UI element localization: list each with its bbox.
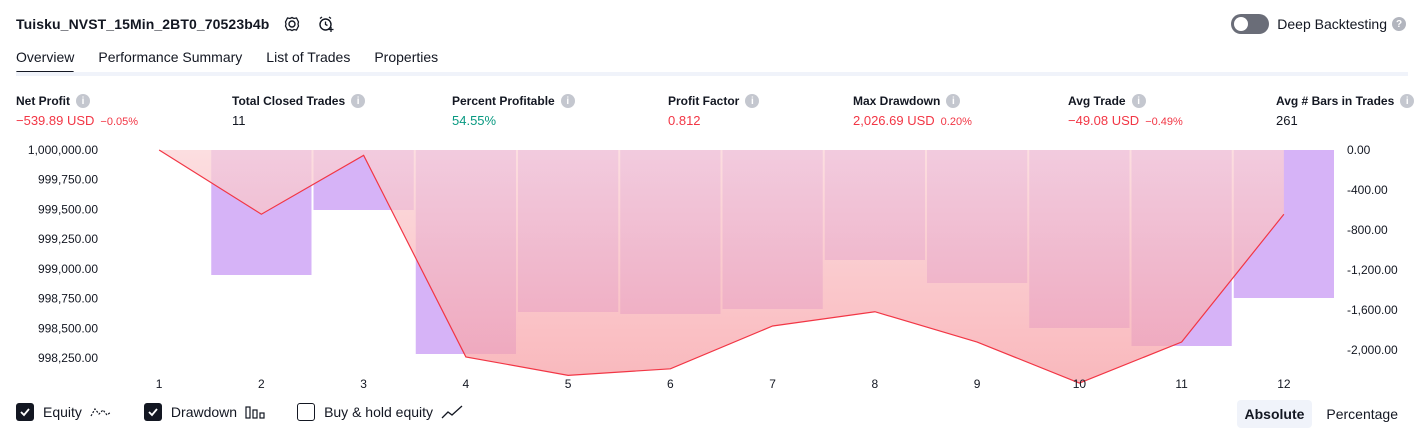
deep-backtesting: Deep Backtesting ? <box>1231 12 1406 36</box>
metric-sub: 0.20% <box>940 116 972 128</box>
metric-value: −49.08 USD <box>1068 113 1140 128</box>
checkbox-checked-icon[interactable] <box>16 403 34 421</box>
info-icon[interactable]: i <box>1131 94 1146 108</box>
legend-label: Buy & hold equity <box>324 404 434 420</box>
metric-label: Total Closed Trades <box>232 94 346 108</box>
metric-label: Max Drawdown <box>853 94 941 108</box>
checkbox-unchecked-icon[interactable] <box>297 403 316 421</box>
left-axis-tick-label: 998,500.00 <box>38 321 98 335</box>
percentage-button[interactable]: Percentage <box>1318 400 1406 428</box>
left-axis-tick-label: 999,000.00 <box>38 262 98 276</box>
x-axis-tick-label: 1 <box>156 377 163 391</box>
metric-value: 11 <box>232 113 246 128</box>
metric-label: Net Profit <box>16 94 70 108</box>
info-icon[interactable]: i <box>946 94 961 108</box>
left-axis-tick-label: 998,750.00 <box>38 292 98 306</box>
metric-label: Profit Factor <box>668 94 740 108</box>
metric-sub: −0.05% <box>100 116 139 128</box>
info-icon[interactable]: i <box>745 94 760 108</box>
right-axis-tick-label: -800.00 <box>1347 223 1388 237</box>
right-axis-tick-label: -1,200.00 <box>1347 263 1398 277</box>
metric-avg-trade: Avg Trade i −49.08 USD −0.49% <box>1068 93 1183 128</box>
x-axis-tick-label: 11 <box>1175 377 1188 391</box>
metric-value: 2,026.69 USD <box>853 113 935 128</box>
tab-bar: Overview Performance Summary List of Tra… <box>16 46 462 74</box>
scale-mode-switch: Absolute Percentage <box>1231 400 1407 428</box>
help-icon[interactable]: ? <box>1392 17 1406 31</box>
metric-label: Avg Trade <box>1068 94 1126 108</box>
metric-profit-factor: Profit Factor i 0.812 <box>668 93 760 128</box>
right-axis-tick-label: 0.00 <box>1347 143 1371 157</box>
x-axis-tick-label: 4 <box>463 377 470 391</box>
legend-equity[interactable]: Equity <box>16 403 112 421</box>
add-alert-icon[interactable] <box>315 13 337 35</box>
legend-buy-hold-equity[interactable]: Buy & hold equity <box>297 403 463 421</box>
equity-line-icon <box>90 407 112 417</box>
legend-drawdown[interactable]: Drawdown <box>143 403 265 421</box>
metric-value: −539.89 USD <box>16 113 95 128</box>
absolute-button[interactable]: Absolute <box>1236 400 1313 428</box>
metric-percent-profitable: Percent Profitable i 54.55% <box>452 93 575 128</box>
tab-divider <box>16 72 1408 76</box>
left-axis-tick-label: 999,250.00 <box>38 232 98 246</box>
right-axis-tick-label: -1,600.00 <box>1347 303 1398 317</box>
right-axis-tick-label: -400.00 <box>1347 183 1388 197</box>
info-icon[interactable]: i <box>76 94 90 108</box>
metric-max-drawdown: Max Drawdown i 2,026.69 USD 0.20% <box>853 93 972 128</box>
metric-label: Avg # Bars in Trades <box>1276 94 1395 108</box>
tab-properties[interactable]: Properties <box>374 46 438 74</box>
info-icon[interactable]: i <box>1400 94 1415 108</box>
x-axis-tick-label: 3 <box>360 377 367 391</box>
legend-label: Equity <box>43 404 82 420</box>
tab-list-of-trades[interactable]: List of Trades <box>266 46 350 74</box>
x-axis-tick-label: 9 <box>974 377 981 391</box>
left-axis-tick-label: 999,750.00 <box>38 173 98 187</box>
metric-total-closed-trades: Total Closed Trades i 11 <box>232 93 366 128</box>
left-axis-tick-label: 998,250.00 <box>38 351 98 365</box>
x-axis-tick-label: 12 <box>1277 377 1291 391</box>
x-axis-tick-label: 8 <box>872 377 879 391</box>
strategy-name: Tuisku_NVST_15Min_2BT0_70523b4b <box>16 16 270 32</box>
left-axis-tick-label: 1,000,000.00 <box>28 143 98 157</box>
right-axis-tick-label: -2,000.00 <box>1347 343 1398 357</box>
x-axis-tick-label: 7 <box>769 377 776 391</box>
info-icon[interactable]: i <box>560 94 575 108</box>
info-icon[interactable]: i <box>351 94 366 108</box>
x-axis-tick-label: 5 <box>565 377 572 391</box>
legend-label: Drawdown <box>170 404 238 420</box>
metric-avg-bars-in-trades: Avg # Bars in Trades i 261 <box>1276 93 1415 128</box>
settings-icon[interactable] <box>281 13 303 35</box>
metric-label: Percent Profitable <box>452 94 555 108</box>
drawdown-bars-icon <box>245 406 265 419</box>
tab-performance-summary[interactable]: Performance Summary <box>98 46 242 74</box>
metric-net-profit: Net Profit i −539.89 USD −0.05% <box>16 93 138 128</box>
x-axis-tick-label: 2 <box>258 377 265 391</box>
metric-value: 0.812 <box>668 113 701 128</box>
checkbox-checked-icon[interactable] <box>143 403 162 421</box>
left-axis-tick-label: 999,500.00 <box>38 202 98 216</box>
metric-sub: −0.49% <box>1145 116 1183 128</box>
header-bar: Tuisku_NVST_15Min_2BT0_70523b4b <box>16 12 337 36</box>
deep-backtesting-toggle[interactable] <box>1231 14 1270 34</box>
buy-hold-line-icon <box>441 405 463 419</box>
chart-legend: Equity Drawdown Buy & hold equity <box>16 403 495 421</box>
deep-backtesting-label: Deep Backtesting <box>1277 16 1387 32</box>
metric-value: 261 <box>1276 113 1298 128</box>
x-axis-tick-label: 6 <box>667 377 674 391</box>
equity-drawdown-chart[interactable]: 1,000,000.00 999,750.00 999,500.00 999,250.… <box>0 140 1424 395</box>
metric-value: 54.55% <box>452 113 497 128</box>
x-axis-tick-label: 10 <box>1073 377 1087 391</box>
tab-overview[interactable]: Overview <box>16 46 75 74</box>
